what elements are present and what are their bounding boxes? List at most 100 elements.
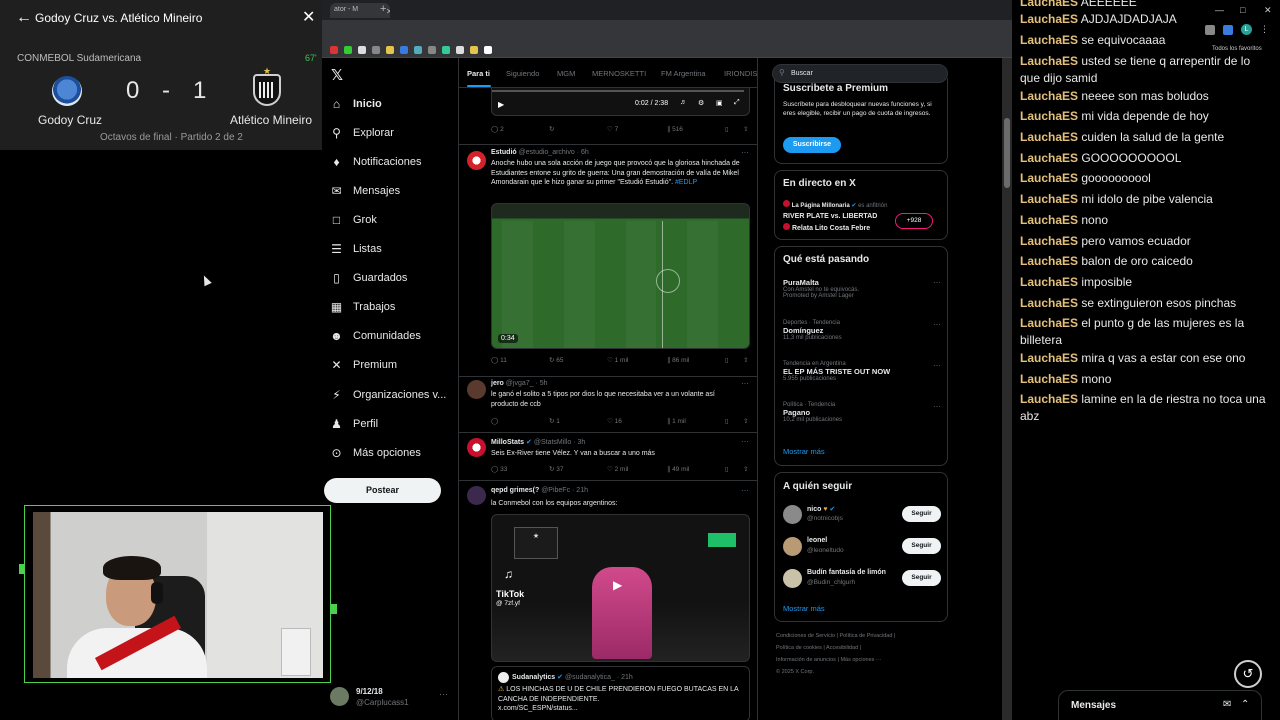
nav-item-profile[interactable]: ♟ Perfil — [330, 413, 378, 435]
author-handle[interactable]: @StatsMillo · 3h — [534, 439, 585, 446]
bookmark-icon[interactable]: ▯ — [725, 465, 729, 473]
trend-item[interactable]: Tendencia en Argentina EL EP MÁS TRISTE … — [783, 361, 943, 382]
author-name[interactable]: jero — [491, 380, 504, 387]
chat-username[interactable]: LauchaES — [1020, 12, 1078, 26]
more-dots-icon[interactable]: ··· — [933, 361, 941, 370]
bookmark-icon[interactable]: ▯ — [725, 356, 729, 364]
reply-button[interactable]: ◯ 33 — [491, 465, 507, 473]
account-switcher[interactable]: 9/12/18 @Carplucass1 ··· — [330, 682, 450, 712]
reply-button[interactable]: ◯ — [491, 417, 498, 425]
footer-link[interactable]: Más opciones ··· — [840, 657, 881, 663]
video-player[interactable]: ▶ 0:02 / 2:38 ♬ ⚙ ▣ ⤢ — [491, 88, 750, 116]
tiktok-bookmark-icon[interactable] — [484, 46, 492, 54]
hashtag-link[interactable]: #EDLP — [675, 179, 697, 186]
share-icon[interactable]: ⇧ — [743, 465, 748, 473]
chat-username[interactable]: LauchaES — [1020, 392, 1078, 406]
bookmark-icon[interactable] — [344, 46, 352, 54]
share-icon[interactable]: ⇧ — [743, 356, 748, 364]
close-icon[interactable]: ✕ — [302, 9, 315, 27]
footer-link[interactable]: Información de anuncios — [776, 657, 836, 663]
show-more-link[interactable]: Mostrar más — [783, 447, 825, 456]
tweet[interactable]: ▶ 0:02 / 2:38 ♬ ⚙ ▣ ⤢ ◯ 2 ↻ ♡ 7 ∥ 516 ▯ … — [459, 88, 757, 145]
views-button[interactable]: ∥ 516 — [667, 125, 683, 133]
follow-suggestion[interactable]: nico ♥ ✔ @notnicobjs Seguir — [783, 503, 943, 527]
like-button[interactable]: ♡ 2 mil — [607, 465, 628, 473]
chat-username[interactable]: LauchaES — [1020, 213, 1078, 227]
quoted-tweet[interactable]: Sudanalytics ✔ @sudanalytica_ · 21h ⚠ LO… — [491, 666, 750, 720]
share-icon[interactable]: ↺ — [1234, 660, 1262, 688]
nav-item-messages[interactable]: ✉ Mensajes — [330, 180, 400, 202]
avatar[interactable] — [467, 380, 486, 399]
bookmark-icon[interactable] — [442, 46, 450, 54]
live-space-title[interactable]: RIVER PLATE vs. LIBERTAD — [783, 213, 877, 220]
avatar[interactable] — [467, 151, 486, 170]
nav-item-more[interactable]: ⊙ Más opciones — [330, 442, 420, 464]
settings-gear-icon[interactable]: ⚙ — [698, 99, 704, 107]
follow-button[interactable]: Seguir — [902, 538, 941, 554]
chat-username[interactable]: LauchaES — [1020, 351, 1078, 365]
bookmark-icon[interactable] — [428, 46, 436, 54]
author-name[interactable]: MilloStats — [491, 439, 524, 446]
follow-button[interactable]: Seguir — [902, 570, 941, 586]
page-scrollbar[interactable] — [1002, 58, 1012, 720]
back-arrow-icon[interactable]: ← — [16, 9, 32, 27]
trend-item[interactable]: PuraMalta Con Amstel no te equivocás. Pr… — [783, 278, 943, 299]
tab-close-icon[interactable]: ✕ — [386, 7, 390, 16]
more-dots-icon[interactable]: ··· — [741, 437, 749, 446]
like-button[interactable]: ♡ 1 mil — [607, 356, 628, 364]
new-tab-icon[interactable]: + — [380, 3, 386, 15]
like-button[interactable]: ♡ 7 — [607, 125, 618, 133]
nav-item-jobs[interactable]: ▦ Trabajos — [330, 296, 396, 318]
live-listeners-badge[interactable]: +928 — [895, 213, 933, 229]
chat-username[interactable]: LauchaES — [1020, 54, 1078, 68]
author-name[interactable]: Estudió — [491, 149, 517, 156]
views-button[interactable]: ∥ 86 mil — [667, 356, 689, 364]
video-progress-bar[interactable] — [492, 90, 744, 92]
play-icon[interactable]: ▶ — [613, 578, 622, 592]
browser-address-bar[interactable] — [322, 20, 1012, 42]
subscribe-button[interactable]: Suscribirse — [783, 137, 841, 153]
nav-item-grok[interactable]: □ Grok — [330, 209, 377, 231]
nav-item-lists[interactable]: ☰ Listas — [330, 238, 382, 260]
tab-list-mernosketti[interactable]: MERNOSKETTI — [592, 69, 646, 78]
play-icon[interactable]: ▶ — [498, 100, 504, 109]
more-dots-icon[interactable]: ··· — [933, 320, 941, 329]
live-host[interactable]: La Página Millonaria ✔ es anfitrión — [783, 200, 887, 209]
reply-button[interactable]: ◯ 2 — [491, 125, 504, 133]
new-message-icon[interactable]: ✉ — [1223, 699, 1231, 710]
footer-link[interactable]: Accesibilidad — [826, 645, 858, 651]
bookmark-icon[interactable] — [358, 46, 366, 54]
nav-item-communities[interactable]: ☻ Comunidades — [330, 325, 421, 347]
live-space-subtitle[interactable]: Relata Lito Costa Febre — [783, 223, 870, 232]
views-button[interactable]: ∥ 1 mil — [667, 417, 686, 425]
fullscreen-icon[interactable]: ⤢ — [734, 99, 740, 107]
trend-item[interactable]: Deportes · Tendencia Domínguez 11,3 mil … — [783, 320, 943, 341]
author-handle[interactable]: @estudio_archivo · 6h — [519, 149, 589, 156]
tweet[interactable]: qepd grimes(? @PibeFc · 21h ··· la Conme… — [459, 481, 757, 720]
chevron-up-icon[interactable]: ⌃ — [1241, 699, 1249, 710]
tab-for-you[interactable]: Para ti — [467, 69, 490, 78]
chat-username[interactable]: LauchaES — [1020, 296, 1078, 310]
bookmark-icon[interactable] — [400, 46, 408, 54]
video-player[interactable]: ★ ▶ ♫ TikTok @ 7zf.yf — [491, 514, 750, 662]
more-dots-icon[interactable]: ··· — [741, 379, 749, 388]
author-handle[interactable]: @PibeFc · 21h — [541, 487, 588, 494]
nav-item-explore[interactable]: ⚲ Explorar — [330, 122, 394, 144]
chat-username[interactable]: LauchaES — [1020, 33, 1078, 47]
chat-username[interactable]: LauchaES — [1020, 254, 1078, 268]
share-icon[interactable]: ⇧ — [743, 417, 748, 425]
chat-username[interactable]: LauchaES — [1020, 151, 1078, 165]
post-button[interactable]: Postear — [324, 478, 441, 503]
more-dots-icon[interactable]: ··· — [741, 486, 749, 495]
like-button[interactable]: ♡ 16 — [607, 417, 622, 425]
messages-drawer[interactable]: Mensajes ✉ ⌃ — [1058, 690, 1262, 720]
chat-username[interactable]: LauchaES — [1020, 275, 1078, 289]
share-icon[interactable]: ⇧ — [743, 125, 748, 133]
nav-item-home[interactable]: ⌂ Inicio — [330, 93, 382, 115]
tab-list-mgm[interactable]: MGM — [557, 69, 575, 78]
follow-suggestion[interactable]: Budín fantasía de limón @Budin_chlgurh S… — [783, 567, 943, 591]
bookmark-icon[interactable] — [414, 46, 422, 54]
tab-following[interactable]: Siguiendo — [506, 69, 539, 78]
bookmark-icon[interactable] — [330, 46, 338, 54]
volume-icon[interactable]: ♬ — [680, 99, 687, 106]
